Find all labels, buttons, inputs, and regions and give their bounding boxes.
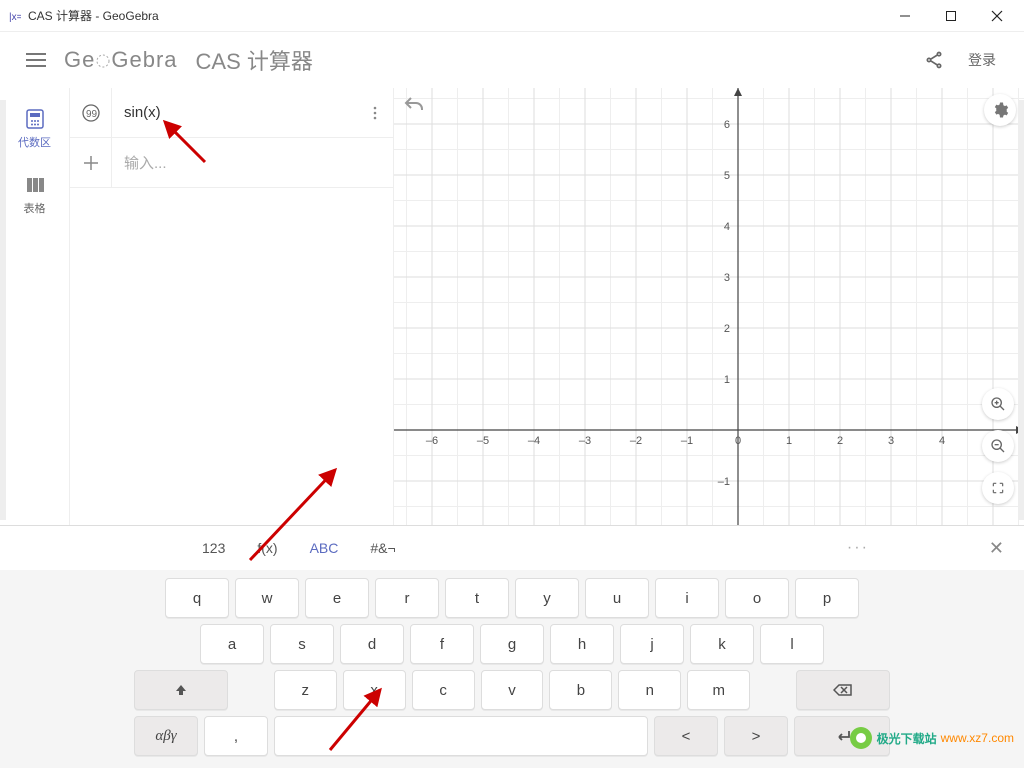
window-title: CAS 计算器 - GeoGebra: [28, 7, 882, 24]
key-space[interactable]: [274, 716, 648, 756]
graph-grid: –6–5–4–3–2–1012345–1123456: [394, 88, 1024, 525]
cas-row-new[interactable]: 输入...: [70, 138, 393, 188]
svg-text:0: 0: [735, 435, 741, 447]
key-backspace[interactable]: [796, 670, 890, 710]
svg-text:99: 99: [86, 109, 98, 120]
zoom-in-button[interactable]: [982, 388, 1014, 420]
svg-text:4: 4: [939, 435, 945, 447]
key-d[interactable]: d: [340, 624, 404, 664]
app-title: CAS 计算器: [196, 44, 313, 76]
key-left[interactable]: <: [654, 716, 718, 756]
cas-panel: 99 sin(x) 输入...: [70, 88, 394, 525]
appbar: GeGebra CAS 计算器 登录: [0, 32, 1024, 88]
key-l[interactable]: l: [760, 624, 824, 664]
nav-table[interactable]: 表格: [24, 174, 46, 216]
key-w[interactable]: w: [235, 578, 299, 618]
svg-text:3: 3: [888, 435, 894, 447]
nav-table-label: 表格: [24, 200, 46, 216]
key-z[interactable]: z: [274, 670, 337, 710]
key-b[interactable]: b: [549, 670, 612, 710]
app-logo: GeGebra: [64, 47, 178, 73]
maximize-button[interactable]: [928, 1, 974, 31]
key-r[interactable]: r: [375, 578, 439, 618]
row-toggle-icon[interactable]: 99: [70, 88, 112, 137]
cas-row[interactable]: 99 sin(x): [70, 88, 393, 138]
nav-algebra[interactable]: 代数区: [18, 108, 51, 150]
annotation: [0, 100, 6, 520]
key-greek[interactable]: αβγ: [134, 716, 198, 756]
key-v[interactable]: v: [481, 670, 544, 710]
left-nav: 代数区 表格: [0, 88, 70, 525]
key-n[interactable]: n: [618, 670, 681, 710]
undo-button[interactable]: [402, 94, 426, 123]
key-i[interactable]: i: [655, 578, 719, 618]
login-button[interactable]: 登录: [956, 42, 1008, 78]
svg-text:–1: –1: [681, 435, 693, 447]
key-t[interactable]: t: [445, 578, 509, 618]
key-y[interactable]: y: [515, 578, 579, 618]
svg-text:5: 5: [724, 170, 730, 182]
menu-button[interactable]: [16, 40, 56, 80]
annotation: [1018, 100, 1024, 520]
svg-text:1: 1: [786, 435, 792, 447]
key-comma[interactable]: ,: [204, 716, 268, 756]
kb-tab-abc[interactable]: ABC: [296, 532, 353, 564]
key-p[interactable]: p: [795, 578, 859, 618]
svg-text:–3: –3: [579, 435, 591, 447]
zoom-out-button[interactable]: [982, 430, 1014, 462]
app-icon: |x=: [8, 9, 22, 23]
key-q[interactable]: q: [165, 578, 229, 618]
row-menu-icon[interactable]: [357, 105, 393, 121]
settings-button[interactable]: [984, 94, 1016, 126]
titlebar: |x= CAS 计算器 - GeoGebra: [0, 0, 1024, 32]
key-o[interactable]: o: [725, 578, 789, 618]
svg-text:6: 6: [724, 119, 730, 131]
key-shift[interactable]: [134, 670, 228, 710]
minimize-button[interactable]: [882, 1, 928, 31]
key-right[interactable]: >: [724, 716, 788, 756]
add-row-icon[interactable]: [70, 138, 112, 187]
key-h[interactable]: h: [550, 624, 614, 664]
svg-text:–1: –1: [718, 476, 730, 488]
key-u[interactable]: u: [585, 578, 649, 618]
key-a[interactable]: a: [200, 624, 264, 664]
key-g[interactable]: g: [480, 624, 544, 664]
key-e[interactable]: e: [305, 578, 369, 618]
svg-text:|x=: |x=: [9, 12, 21, 22]
svg-text:1: 1: [724, 374, 730, 386]
close-button[interactable]: [974, 1, 1020, 31]
cas-input-placeholder[interactable]: 输入...: [112, 152, 393, 173]
watermark: 极光下载站 www.xz7.com: [849, 726, 1014, 750]
kb-tab-sym[interactable]: #&¬: [356, 532, 409, 564]
key-j[interactable]: j: [620, 624, 684, 664]
kb-more-icon[interactable]: ···: [841, 533, 875, 563]
svg-text:2: 2: [837, 435, 843, 447]
key-m[interactable]: m: [687, 670, 750, 710]
kb-tab-fx[interactable]: f(x): [243, 532, 291, 564]
graph-view[interactable]: –6–5–4–3–2–1012345–1123456: [394, 88, 1024, 525]
svg-text:–4: –4: [528, 435, 540, 447]
fullscreen-button[interactable]: [982, 472, 1014, 504]
key-x[interactable]: x: [343, 670, 406, 710]
key-s[interactable]: s: [270, 624, 334, 664]
cas-input-value[interactable]: sin(x): [112, 104, 357, 121]
key-k[interactable]: k: [690, 624, 754, 664]
share-button[interactable]: [912, 40, 956, 80]
key-f[interactable]: f: [410, 624, 474, 664]
nav-algebra-label: 代数区: [18, 134, 51, 150]
svg-text:3: 3: [724, 272, 730, 284]
svg-text:2: 2: [724, 323, 730, 335]
calculator-icon: [24, 108, 46, 130]
kb-tab-123[interactable]: 123: [188, 532, 239, 564]
kb-close-button[interactable]: ✕: [983, 532, 1010, 565]
svg-text:–5: –5: [477, 435, 489, 447]
key-c[interactable]: c: [412, 670, 475, 710]
svg-text:4: 4: [724, 221, 730, 233]
svg-text:–2: –2: [630, 435, 642, 447]
table-icon: [24, 174, 46, 196]
svg-text:–6: –6: [426, 435, 438, 447]
